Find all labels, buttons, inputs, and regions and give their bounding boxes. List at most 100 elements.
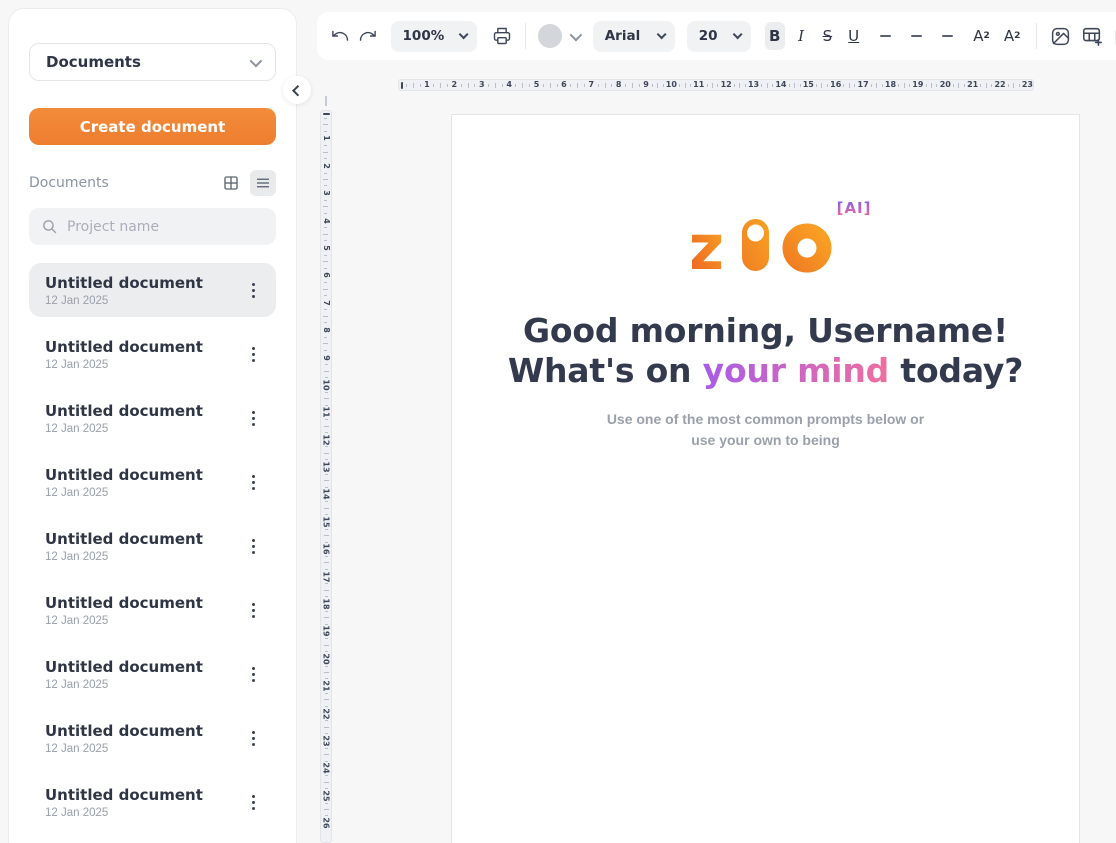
ruler-number: 1 [424, 81, 430, 89]
ai-badge-label: AI [844, 199, 863, 217]
ruler-number: 6 [322, 273, 330, 279]
font-family-value: Arial [605, 28, 640, 44]
kebab-menu-icon[interactable] [240, 531, 266, 561]
document-list-item[interactable]: Untitled document12 Jan 2025 [29, 583, 276, 637]
document-list-item[interactable]: Untitled document12 Jan 2025 [29, 647, 276, 701]
font-size-select[interactable]: 20 [687, 21, 751, 52]
undo-button[interactable] [329, 21, 351, 51]
ruler-number: 22 [994, 81, 1005, 89]
ruler-number: 25 [322, 790, 330, 801]
greeting-heading: Good morning, Username! What's on your m… [508, 311, 1023, 391]
create-document-button[interactable]: Create document [29, 108, 276, 145]
superscript-label: A [973, 27, 983, 45]
ruler-unit: 1 [403, 81, 430, 89]
ruler-unit: 10 [650, 81, 677, 89]
kebab-menu-icon[interactable] [240, 467, 266, 497]
search-box[interactable] [29, 208, 276, 245]
align-left-button[interactable] [878, 21, 900, 51]
ruler-unit: 12 [320, 416, 331, 443]
ruler-number: 12 [322, 434, 330, 445]
ruler-number: 21 [967, 81, 978, 89]
document-item-text: Untitled document12 Jan 2025 [45, 530, 203, 563]
ruler-unit: 16 [814, 81, 841, 89]
list-view-button[interactable] [250, 170, 276, 196]
insert-image-button[interactable] [1049, 21, 1071, 51]
ruler-unit: 22 [978, 81, 1005, 89]
greeting-line1: Good morning, Username! [523, 311, 1008, 350]
search-input[interactable] [67, 219, 264, 235]
document-list-item[interactable]: Untitled document12 Jan 2025 [29, 391, 276, 445]
ruler-number: 3 [322, 190, 330, 196]
kebab-menu-icon[interactable] [240, 787, 266, 817]
font-size-value: 20 [699, 28, 718, 44]
ruler-number: 20 [322, 653, 330, 664]
kebab-menu-icon[interactable] [240, 723, 266, 753]
kebab-menu-icon[interactable] [240, 659, 266, 689]
insert-table-button[interactable] [1081, 21, 1103, 51]
ruler-number: 21 [322, 681, 330, 692]
chevron-down-icon [656, 29, 666, 39]
ruler-number: 9 [643, 81, 649, 89]
sidebar-collapse-button[interactable] [283, 76, 311, 104]
zoom-level-select[interactable]: 100% [391, 21, 478, 52]
document-page[interactable]: zio z [AI]+ Good morning, Username! Wha [451, 114, 1080, 843]
ruler-unit: 9 [323, 334, 329, 361]
ruler-unit: 18 [869, 81, 896, 89]
text-color-picker[interactable] [538, 24, 579, 48]
document-date: 12 Jan 2025 [45, 807, 203, 819]
document-list-item[interactable]: Untitled document12 Jan 2025 [29, 711, 276, 765]
kebab-menu-icon[interactable] [240, 595, 266, 625]
ruler-number: 7 [322, 300, 330, 306]
undo-icon [330, 26, 350, 46]
ruler-number: 24 [322, 763, 330, 774]
superscript-button[interactable]: A2 [969, 22, 994, 50]
subscript-button[interactable]: A2 [1000, 22, 1025, 50]
ruler-number: 14 [775, 81, 786, 89]
ruler-unit: 5 [513, 81, 540, 89]
underline-button[interactable]: U [844, 22, 864, 50]
document-title: Untitled document [45, 658, 203, 676]
ruler-unit: 19 [320, 608, 331, 635]
ruler-unit: 20 [923, 81, 950, 89]
ruler-unit: 11 [320, 389, 331, 416]
align-right-button[interactable] [933, 21, 955, 51]
chevron-down-icon [250, 54, 263, 67]
align-center-icon [908, 30, 925, 43]
vertical-ruler[interactable]: 1234567891011121314151617181920212223242… [320, 110, 332, 843]
italic-button[interactable]: I [791, 22, 811, 50]
grid-view-button[interactable] [218, 170, 244, 196]
document-list-item[interactable]: Untitled document12 Jan 2025 [29, 775, 276, 829]
redo-button[interactable] [357, 21, 379, 51]
ruler-number: 15 [322, 516, 330, 527]
bold-button[interactable]: B [765, 22, 785, 50]
font-family-select[interactable]: Arial [593, 21, 675, 52]
document-list-item[interactable]: Untitled document12 Jan 2025 [29, 519, 276, 573]
document-date: 12 Jan 2025 [45, 295, 203, 307]
kebab-menu-icon[interactable] [240, 339, 266, 369]
kebab-menu-icon[interactable] [240, 403, 266, 433]
document-item-text: Untitled document12 Jan 2025 [45, 594, 203, 627]
ruler-number: 11 [322, 407, 330, 418]
document-list-item[interactable]: Untitled document12 Jan 2025 [29, 263, 276, 317]
kebab-menu-icon[interactable] [240, 275, 266, 305]
ruler-unit: 17 [320, 553, 331, 580]
document-list-item[interactable]: Untitled document12 Jan 2025 [29, 327, 276, 381]
ruler-unit: 18 [320, 581, 331, 608]
grid-view-icon [222, 174, 240, 192]
ruler-unit: 6 [540, 81, 567, 89]
ruler-unit: 6 [323, 252, 329, 279]
horizontal-ruler[interactable]: 1234567891011121314151617181920212223 [398, 79, 1034, 91]
document-title: Untitled document [45, 338, 203, 356]
ruler-number: 17 [858, 81, 869, 89]
greeting-line2-suffix: today? [889, 351, 1023, 390]
document-date: 12 Jan 2025 [45, 743, 203, 755]
printer-icon [492, 26, 512, 46]
document-list-item[interactable]: Untitled document12 Jan 2025 [29, 455, 276, 509]
print-button[interactable] [491, 21, 513, 51]
ruler-unit: 11 [677, 81, 704, 89]
ruler-number: 18 [322, 598, 330, 609]
align-center-button[interactable] [906, 21, 928, 51]
strikethrough-button[interactable]: S [817, 22, 837, 50]
document-item-text: Untitled document12 Jan 2025 [45, 466, 203, 499]
workspace-selector[interactable]: Documents [29, 43, 276, 81]
